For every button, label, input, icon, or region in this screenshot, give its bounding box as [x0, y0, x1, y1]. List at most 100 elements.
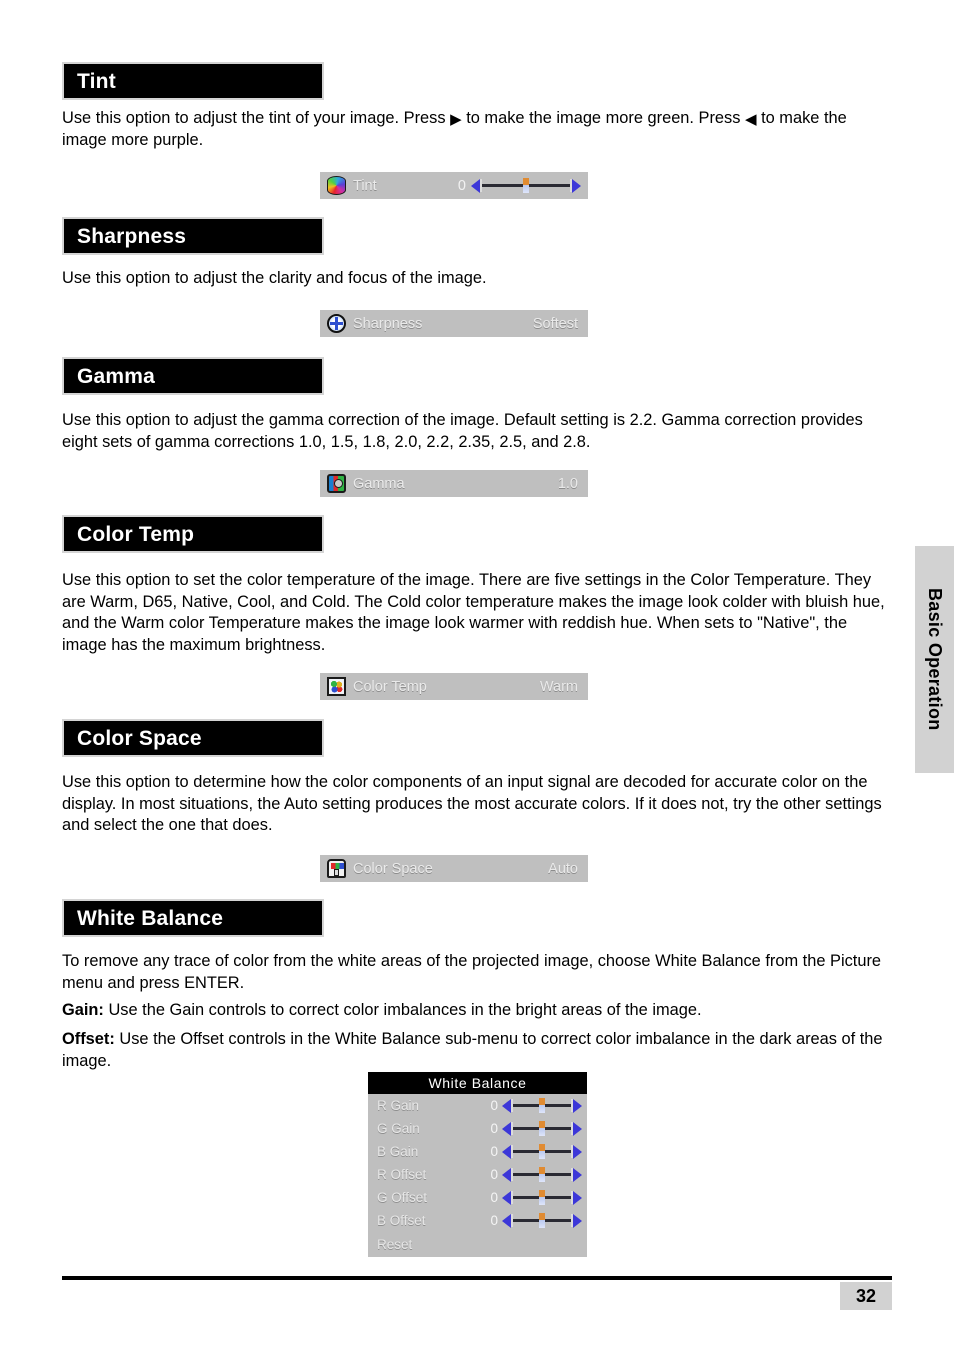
- row-value: 0: [490, 1144, 498, 1159]
- chapter-side-tab-label: Basic Operation: [925, 588, 945, 731]
- slider-thumb[interactable]: [539, 1167, 545, 1182]
- slider-right-arrow-icon[interactable]: [573, 1190, 582, 1205]
- slider-left-arrow-icon[interactable]: [502, 1144, 511, 1159]
- reset-label: Reset: [377, 1237, 413, 1252]
- paragraph-tint: Use this option to adjust the tint of yo…: [62, 108, 886, 151]
- section-heading-label: Tint: [77, 69, 116, 93]
- section-heading-white-balance: White Balance: [62, 899, 324, 937]
- white-balance-row-r-gain[interactable]: R Gain 0: [368, 1094, 587, 1117]
- section-heading-color-space: Color Space: [62, 719, 324, 757]
- paragraph-text: Use this option to determine how the col…: [62, 773, 882, 834]
- osd-bar-tint: Tint 0: [320, 172, 588, 199]
- paragraph-color-temp: Use this option to set the color tempera…: [62, 570, 886, 656]
- slider-left-arrow-icon[interactable]: [502, 1121, 511, 1136]
- b-offset-slider[interactable]: [502, 1213, 582, 1228]
- row-label: G Offset: [377, 1190, 428, 1205]
- tint-slider[interactable]: [471, 178, 581, 193]
- paragraph-text: Use this option to adjust the clarity an…: [62, 269, 487, 287]
- row-label: B Offset: [377, 1213, 426, 1228]
- right-triangle-icon: ▶: [450, 111, 462, 128]
- term-gain: Gain:: [62, 1001, 104, 1019]
- term-offset: Offset:: [62, 1030, 115, 1048]
- paragraph-sharpness: Use this option to adjust the clarity an…: [62, 268, 886, 290]
- white-balance-reset-item[interactable]: Reset: [368, 1232, 587, 1257]
- slider-track-cap-left: [511, 1214, 513, 1227]
- row-value: 0: [490, 1213, 498, 1228]
- row-label: R Offset: [377, 1167, 427, 1182]
- slider-right-arrow-icon[interactable]: [573, 1213, 582, 1228]
- paragraph-offset: Offset: Use the Offset controls in the W…: [62, 1029, 886, 1072]
- paragraph-white-balance: To remove any trace of color from the wh…: [62, 951, 886, 994]
- paragraph-text: To remove any trace of color from the wh…: [62, 952, 882, 992]
- osd-bar-sharpness: Sharpness Softest: [320, 310, 588, 337]
- slider-track-cap-left: [511, 1168, 513, 1181]
- slider-left-arrow-icon[interactable]: [502, 1190, 511, 1205]
- slider-track[interactable]: [511, 1213, 573, 1228]
- osd-value-color-space: Auto: [548, 860, 578, 877]
- white-balance-row-g-offset[interactable]: G Offset 0: [368, 1186, 587, 1209]
- slider-track[interactable]: [511, 1167, 573, 1182]
- footer-divider: [62, 1276, 892, 1280]
- slider-track-cap-right: [571, 1145, 573, 1158]
- slider-track-cap-left: [511, 1122, 513, 1135]
- b-gain-slider[interactable]: [502, 1144, 582, 1159]
- slider-track-cap-right: [571, 1214, 573, 1227]
- slider-thumb[interactable]: [523, 178, 529, 193]
- slider-thumb[interactable]: [539, 1213, 545, 1228]
- color-temp-palette-icon: [327, 677, 346, 696]
- osd-label-gamma: Gamma: [353, 475, 405, 492]
- slider-track[interactable]: [480, 178, 572, 193]
- white-balance-row-g-gain[interactable]: G Gain 0: [368, 1117, 587, 1140]
- slider-track[interactable]: [511, 1190, 573, 1205]
- slider-thumb[interactable]: [539, 1190, 545, 1205]
- slider-thumb[interactable]: [539, 1121, 545, 1136]
- section-heading-label: Color Space: [77, 726, 202, 750]
- paragraph-text: Use this option to adjust the gamma corr…: [62, 411, 863, 451]
- white-balance-osd-panel: White Balance R Gain 0 G Gain 0 B Gain 0…: [368, 1072, 587, 1257]
- slider-track-cap-right: [571, 1191, 573, 1204]
- slider-track[interactable]: [511, 1098, 573, 1113]
- r-offset-slider[interactable]: [502, 1167, 582, 1182]
- slider-right-arrow-icon[interactable]: [573, 1098, 582, 1113]
- r-gain-slider[interactable]: [502, 1098, 582, 1113]
- slider-right-arrow-icon[interactable]: [573, 1144, 582, 1159]
- osd-bar-gamma: Gamma 1.0: [320, 470, 588, 497]
- osd-bar-color-temp: Color Temp Warm: [320, 673, 588, 700]
- slider-left-arrow-icon[interactable]: [471, 178, 480, 193]
- chapter-side-tab: Basic Operation: [915, 546, 954, 773]
- g-offset-slider[interactable]: [502, 1190, 582, 1205]
- paragraph-color-space: Use this option to determine how the col…: [62, 772, 886, 837]
- osd-number-tint: 0: [457, 177, 466, 194]
- slider-left-arrow-icon[interactable]: [502, 1098, 511, 1113]
- slider-left-arrow-icon[interactable]: [502, 1167, 511, 1182]
- white-balance-row-b-gain[interactable]: B Gain 0: [368, 1140, 587, 1163]
- row-value: 0: [490, 1190, 498, 1205]
- osd-label-color-space: Color Space: [353, 860, 433, 877]
- g-gain-slider[interactable]: [502, 1121, 582, 1136]
- slider-track[interactable]: [511, 1121, 573, 1136]
- sharpness-crosshair-icon: [327, 314, 346, 333]
- slider-track-cap-right: [571, 1168, 573, 1181]
- section-heading-sharpness: Sharpness: [62, 217, 324, 255]
- row-label: G Gain: [377, 1121, 420, 1136]
- row-label: B Gain: [377, 1144, 419, 1159]
- osd-value-gamma: 1.0: [557, 475, 578, 492]
- slider-thumb[interactable]: [539, 1098, 545, 1113]
- paragraph-gamma: Use this option to adjust the gamma corr…: [62, 410, 886, 453]
- slider-right-arrow-icon[interactable]: [573, 1167, 582, 1182]
- osd-bar-color-space: Color Space Auto: [320, 855, 588, 882]
- tint-color-wheel-icon: [327, 176, 346, 195]
- slider-track-cap-right: [571, 1122, 573, 1135]
- slider-track[interactable]: [511, 1144, 573, 1159]
- white-balance-row-r-offset[interactable]: R Offset 0: [368, 1163, 587, 1186]
- left-triangle-icon: ◀: [744, 111, 757, 128]
- paragraph-gain: Gain: Use the Gain controls to correct c…: [62, 1000, 886, 1022]
- slider-thumb[interactable]: [539, 1144, 545, 1159]
- slider-right-arrow-icon[interactable]: [573, 1121, 582, 1136]
- page-number: 32: [840, 1282, 892, 1310]
- slider-right-arrow-icon[interactable]: [572, 178, 581, 193]
- row-value: 0: [490, 1098, 498, 1113]
- slider-left-arrow-icon[interactable]: [502, 1213, 511, 1228]
- white-balance-row-b-offset[interactable]: B Offset 0: [368, 1209, 587, 1232]
- paragraph-text: Use this option to adjust the tint of yo…: [62, 109, 847, 149]
